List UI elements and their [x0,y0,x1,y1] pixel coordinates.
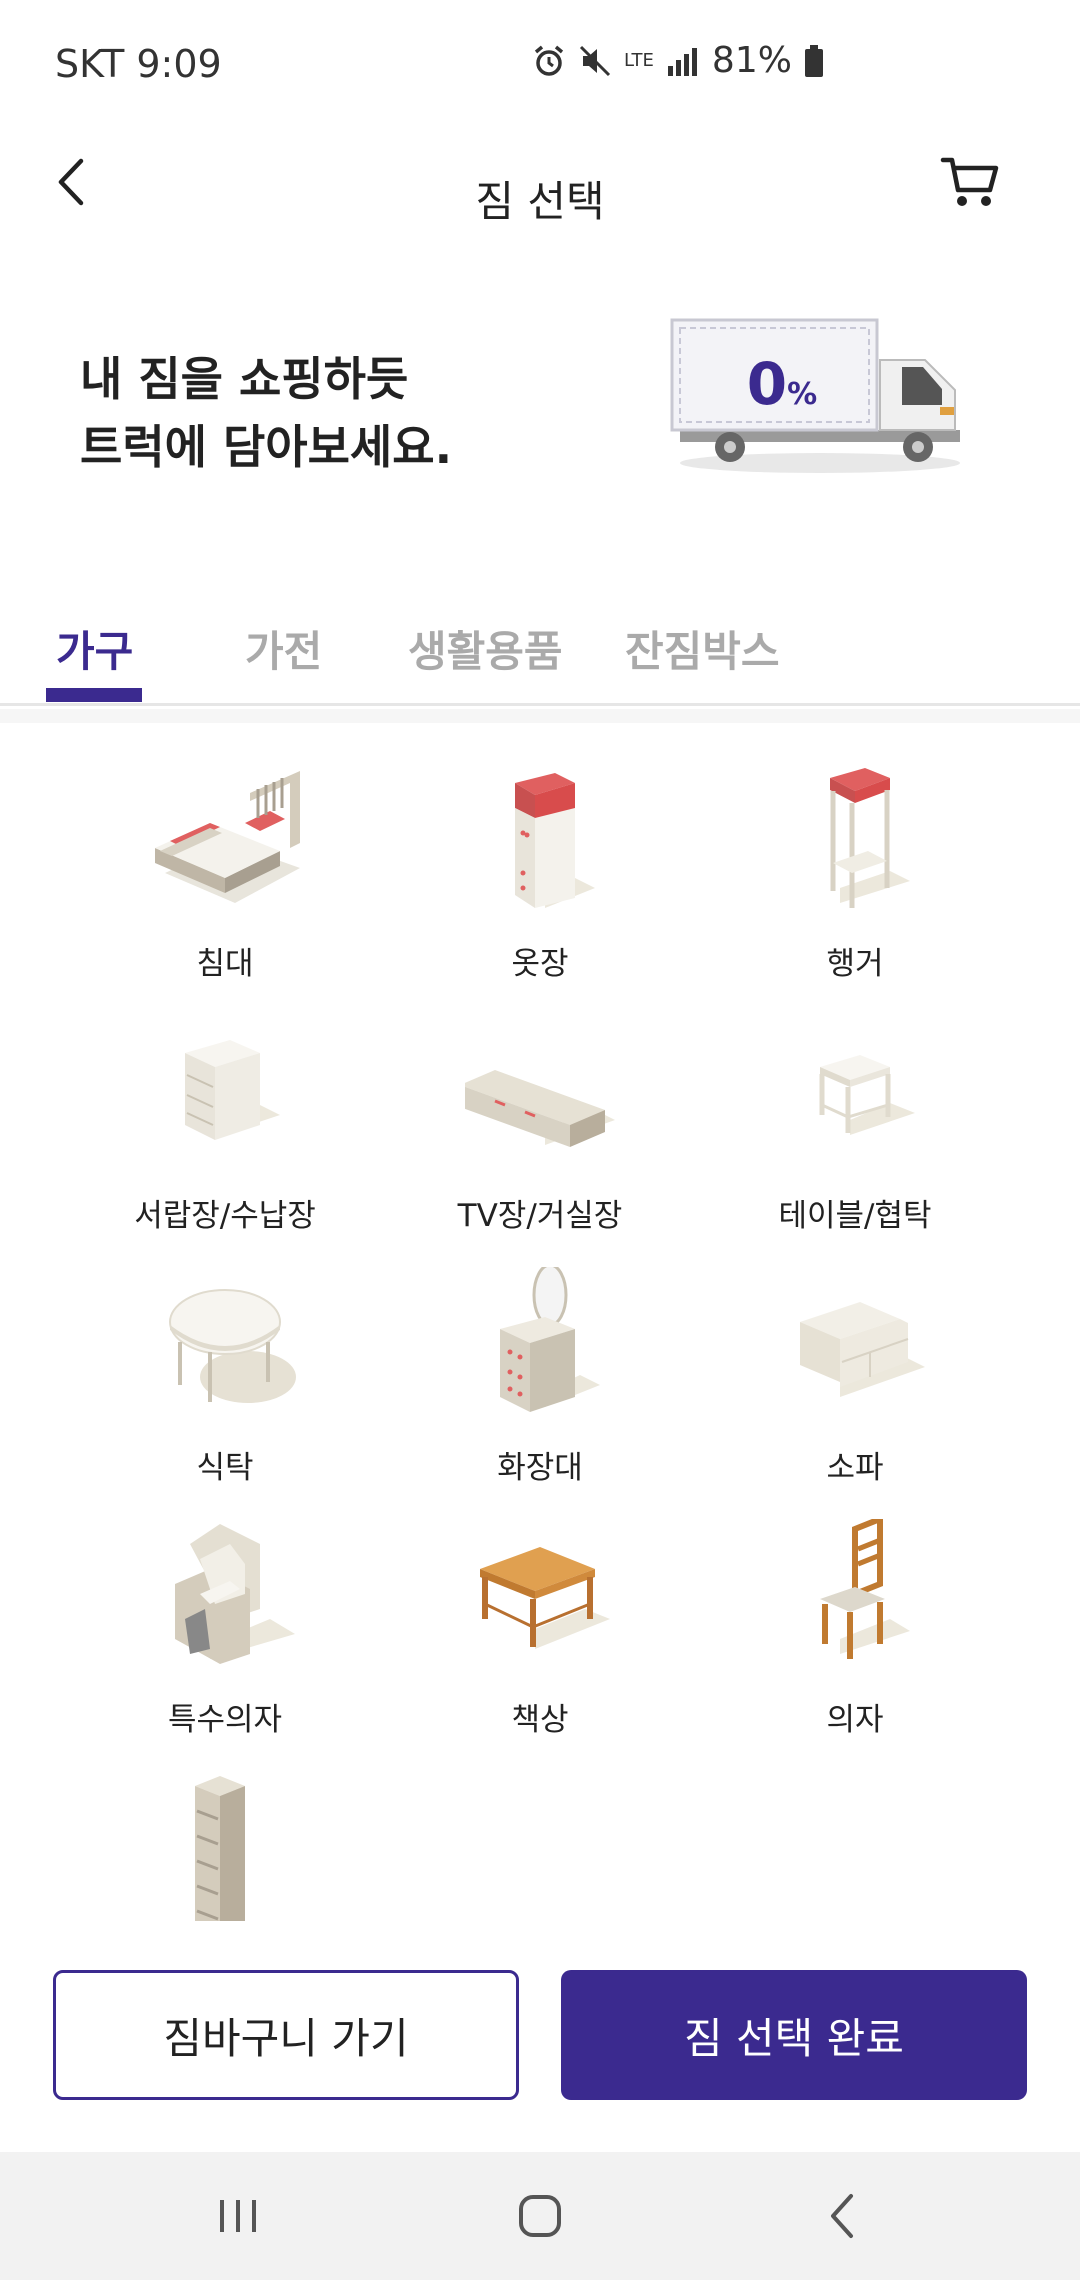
truck-load-value: 0 [746,350,788,418]
tab-furniture[interactable]: 가구 [56,618,133,679]
tv-stand-icon [465,1070,615,1147]
truck-load-percent: 0% [722,350,842,418]
complete-selection-button[interactable]: 짐 선택 완료 [561,1970,1027,2100]
alarm-icon [534,45,564,76]
furniture-grid: 침대 옷장 행거 서랍장/수납장 TV장/거실장 테이블/협탁 식탁 화장대 소… [0,723,1080,1928]
grid-item-hanger[interactable]: 행거 [705,723,1005,982]
dining-table-icon [169,1289,296,1403]
sofa-icon [800,1302,925,1397]
massage-chair-icon [175,1524,295,1664]
grid-item-chair[interactable]: 의자 [705,1479,1005,1738]
system-back-button[interactable] [807,2184,877,2248]
banner-line-1: 내 짐을 쇼핑하듯 [80,352,409,406]
grid-item-bookshelf[interactable] [75,1731,375,1928]
hanger-rack-icon [830,768,910,908]
mute-icon [579,45,611,76]
drawer-chest-icon [185,1040,280,1140]
category-tabs: 가구 가전 생활용품 잔짐박스 [0,600,1080,706]
truck-illustration: 0% [670,315,970,480]
status-icons: LTE 81% [532,40,824,81]
vanity-icon [500,1267,600,1412]
app-header: 짐 선택 [0,130,1080,260]
grid-item-vanity[interactable]: 화장대 [390,1227,690,1486]
grid-item-drawer[interactable]: 서랍장/수납장 [75,975,375,1234]
tab-small-box[interactable]: 잔짐박스 [625,618,780,679]
grid-item-tv-stand[interactable]: TV장/거실장 [390,975,690,1234]
active-tab-indicator [46,688,142,702]
battery-percent: 81% [711,40,792,81]
banner-text: 내 짐을 쇼핑하듯 트럭에 담아보세요. [80,345,452,481]
desk-icon [480,1547,610,1649]
status-bar: SKT 9:09 LTE 81% [0,0,1080,130]
grid-item-dining-table[interactable]: 식탁 [75,1227,375,1486]
wardrobe-icon [515,773,595,908]
page-title: 짐 선택 [475,177,605,226]
promo-banner: 내 짐을 쇼핑하듯 트럭에 담아보세요. 0% [0,290,1080,520]
grid-item-bed[interactable]: 침대 [75,723,375,982]
grid-item-wardrobe[interactable]: 옷장 [390,723,690,982]
back-arrow-icon [831,2194,853,2238]
network-label: LTE [624,49,654,71]
banner-line-2: 트럭에 담아보세요. [80,420,453,474]
bookshelf-icon [195,1776,245,1921]
item-label: 책상 [511,1702,569,1738]
recent-apps-button[interactable] [203,2184,273,2248]
signal-icon [667,47,697,76]
grid-item-special-chair[interactable]: 특수의자 [75,1479,375,1738]
go-to-cart-button[interactable]: 짐바구니 가기 [53,1970,519,2100]
recent-apps-icon [220,2200,256,2232]
carrier-time: SKT 9:09 [55,42,222,86]
divider [0,709,1080,723]
battery-icon [804,44,823,77]
system-navigation-bar [0,2152,1080,2280]
tab-household[interactable]: 생활용품 [408,618,563,679]
grid-item-side-table[interactable]: 테이블/협탁 [705,975,1005,1234]
side-table-icon [819,1055,915,1135]
truck-load-unit: % [787,377,818,412]
item-label: 의자 [826,1702,884,1738]
grid-item-desk[interactable]: 책상 [390,1479,690,1738]
bed-icon [155,771,300,903]
bottom-action-bar: 짐바구니 가기 짐 선택 완료 [0,1928,1080,2152]
home-button[interactable] [505,2184,575,2248]
cart-button[interactable] [935,142,1005,222]
cart-icon [940,157,999,206]
chair-icon [820,1519,910,1659]
home-icon [519,2195,561,2237]
tab-appliances[interactable]: 가전 [245,618,322,679]
grid-item-sofa[interactable]: 소파 [705,1227,1005,1486]
